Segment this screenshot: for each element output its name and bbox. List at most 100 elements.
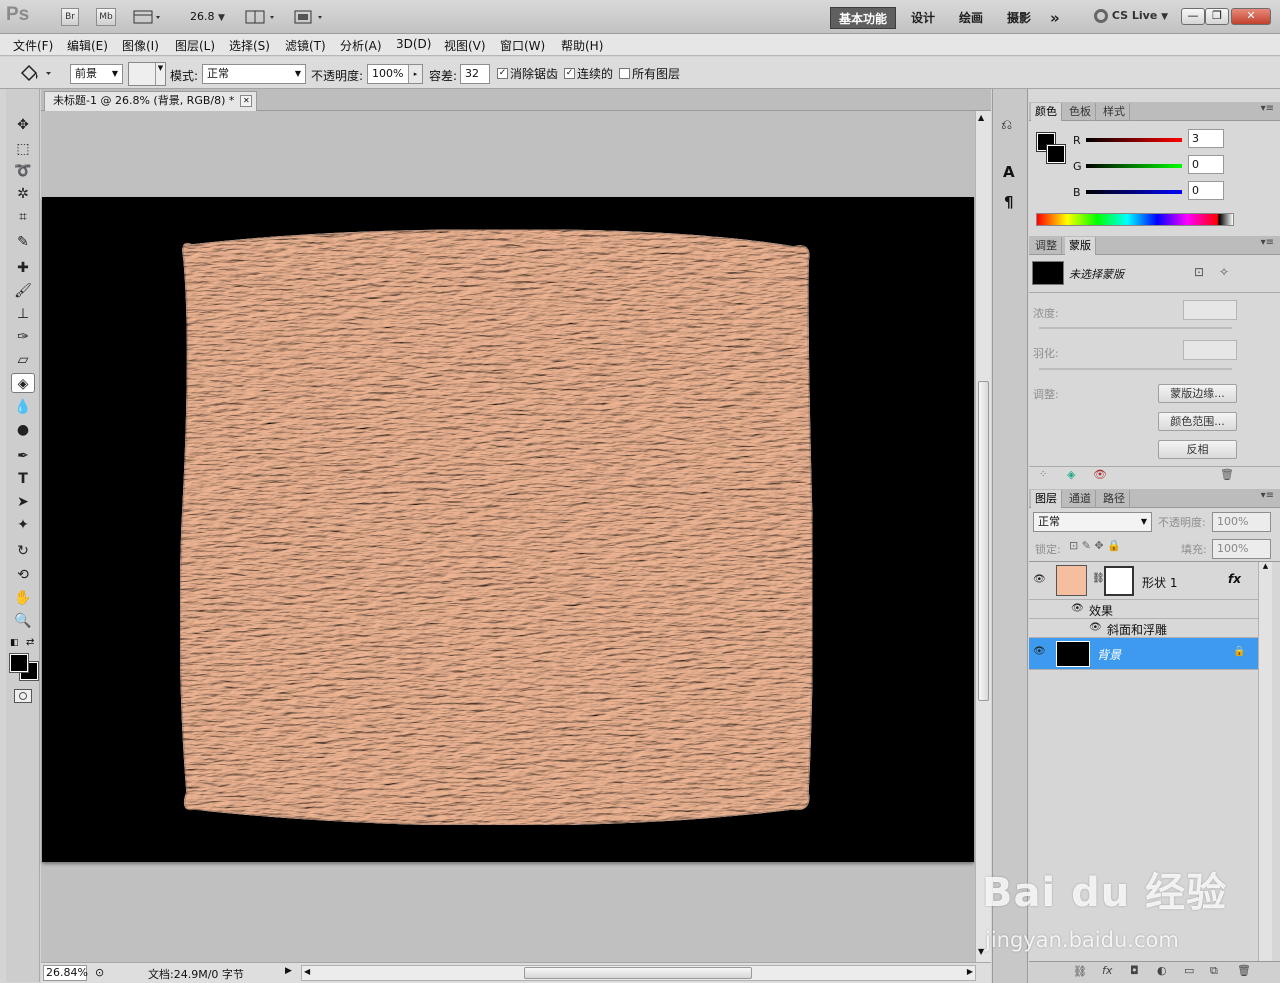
brush-tool-icon[interactable]: 🖌	[11, 281, 35, 301]
restore-button[interactable]: ❐	[1205, 8, 1229, 25]
paragraph-panel-icon[interactable]: ¶	[1004, 193, 1014, 211]
tab-color[interactable]: 颜色	[1031, 103, 1062, 121]
status-zoom-input[interactable]: 26.84%	[43, 965, 88, 981]
new-layer-icon[interactable]: ⧉	[1210, 964, 1218, 978]
blend-mode-select[interactable]: 正常 ▼	[202, 64, 306, 84]
vertical-scroll-thumb[interactable]	[978, 381, 989, 701]
load-selection-icon[interactable]: ⁘	[1039, 469, 1047, 480]
contiguous-checkbox[interactable]: ✓	[564, 68, 575, 79]
visibility-eye-icon[interactable]: 👁	[1071, 603, 1084, 614]
tab-styles[interactable]: 样式	[1099, 103, 1130, 121]
arrange-documents-button[interactable]	[245, 9, 279, 25]
menu-layer[interactable]: 图层(L)	[175, 37, 215, 54]
status-menu-icon[interactable]: ⊙	[95, 966, 104, 979]
feather-slider[interactable]	[1039, 368, 1232, 370]
density-slider[interactable]	[1039, 327, 1232, 329]
scroll-right-icon[interactable]: ▶	[967, 967, 973, 976]
move-tool-icon[interactable]: ✥	[11, 115, 35, 135]
tab-masks[interactable]: 蒙版	[1065, 237, 1096, 255]
close-tab-icon[interactable]: ✕	[240, 95, 253, 107]
delete-mask-icon[interactable]: 🗑	[1220, 468, 1234, 481]
clone-stamp-tool-icon[interactable]: ⊥	[11, 304, 35, 324]
layers-scrollbar[interactable]: ▲	[1258, 562, 1272, 962]
zoom-level-select[interactable]: 26.8 ▼	[190, 10, 225, 23]
blur-tool-icon[interactable]: 💧	[11, 397, 35, 417]
tab-layers[interactable]: 图层	[1031, 490, 1062, 508]
screen-mode-button[interactable]	[293, 9, 327, 25]
menu-help[interactable]: 帮助(H)	[561, 37, 603, 54]
menu-view[interactable]: 视图(V)	[444, 37, 486, 54]
menu-3d[interactable]: 3D(D)	[396, 37, 431, 51]
layer-row-shape[interactable]: 👁 ⛓ 形状 1 fx	[1029, 562, 1258, 600]
color-range-button[interactable]: 颜色范围...	[1158, 412, 1237, 431]
g-slider[interactable]	[1086, 164, 1182, 168]
path-selection-tool-icon[interactable]: ➤	[11, 492, 35, 512]
workspace-photography[interactable]: 摄影	[999, 7, 1039, 29]
r-value-input[interactable]: 3	[1188, 129, 1224, 148]
add-mask-icon[interactable]: ◘	[1130, 964, 1139, 977]
all-layers-checkbox[interactable]	[619, 68, 630, 79]
tolerance-input[interactable]: 32	[460, 64, 490, 84]
b-slider[interactable]	[1086, 190, 1182, 194]
minimize-button[interactable]: —	[1181, 8, 1205, 25]
eraser-tool-icon[interactable]: ▱	[11, 350, 35, 370]
scroll-up-icon[interactable]: ▲	[1259, 562, 1272, 570]
opacity-input[interactable]: 100% ▸	[367, 64, 423, 84]
menu-window[interactable]: 窗口(W)	[500, 37, 545, 54]
3d-rotate-tool-icon[interactable]: ↻	[11, 541, 35, 561]
scroll-up-icon[interactable]: ▲	[978, 113, 984, 122]
quick-selection-tool-icon[interactable]: ✲	[11, 184, 35, 204]
history-brush-tool-icon[interactable]: ✑	[11, 327, 35, 347]
mini-bridge-button[interactable]: Mb	[96, 8, 116, 26]
color-spectrum-ramp[interactable]	[1036, 213, 1234, 226]
menu-select[interactable]: 选择(S)	[229, 37, 270, 54]
status-arrow-icon[interactable]: ▶	[285, 966, 292, 976]
cs-live-button[interactable]: CS Live ▼	[1094, 9, 1168, 23]
shape-tool-icon[interactable]: ✦	[11, 515, 35, 535]
panel-menu-icon[interactable]: ▾≡	[1261, 237, 1274, 248]
fx-icon[interactable]: fx	[1228, 572, 1241, 586]
visibility-eye-icon[interactable]: 👁	[1033, 646, 1046, 657]
invert-button[interactable]: 反相	[1158, 440, 1237, 459]
tab-adjustments[interactable]: 调整	[1031, 237, 1062, 255]
vertical-scrollbar[interactable]: ▲ ▼	[975, 111, 991, 962]
menu-analysis[interactable]: 分析(A)	[340, 37, 382, 54]
layer-effect-bevel-row[interactable]: 👁 斜面和浮雕	[1029, 619, 1258, 638]
link-layers-icon[interactable]: ⛓	[1073, 965, 1087, 978]
panel-menu-icon[interactable]: ▾≡	[1261, 103, 1274, 114]
workspace-painting[interactable]: 绘画	[951, 7, 991, 29]
pattern-picker[interactable]: ▼	[128, 62, 166, 86]
pen-tool-icon[interactable]: ✒	[11, 446, 35, 466]
menu-edit[interactable]: 编辑(E)	[67, 37, 108, 54]
layer-name[interactable]: 形状 1	[1142, 574, 1177, 591]
disable-mask-icon[interactable]: 👁	[1093, 468, 1107, 481]
eyedropper-tool-icon[interactable]: ✎	[11, 232, 35, 252]
visibility-eye-icon[interactable]: 👁	[1033, 574, 1046, 585]
menu-file[interactable]: 文件(F)	[13, 37, 53, 54]
new-group-icon[interactable]: ▭	[1184, 964, 1194, 977]
more-workspaces-button[interactable]: »	[1042, 7, 1068, 29]
swap-colors-icon[interactable]: ⇄	[26, 637, 34, 648]
fill-source-select[interactable]: 前景 ▼	[70, 64, 123, 84]
horizontal-scroll-thumb[interactable]	[524, 967, 752, 979]
crop-tool-icon[interactable]: ⌗	[11, 207, 35, 227]
tool-preset-picker[interactable]	[18, 63, 56, 83]
document-tab[interactable]: 未标题-1 @ 26.8% (背景, RGB/8) * ✕	[44, 91, 258, 111]
hand-tool-icon[interactable]: ✋	[11, 588, 35, 608]
panel-menu-icon[interactable]: ▾≡	[1261, 490, 1274, 501]
marquee-tool-icon[interactable]: ⬚	[11, 139, 35, 159]
layer-opacity-input[interactable]: 100%	[1212, 512, 1271, 532]
link-icon[interactable]: ⛓	[1092, 573, 1105, 584]
foreground-color-swatch[interactable]	[9, 653, 29, 673]
r-slider[interactable]	[1086, 138, 1182, 142]
dodge-tool-icon[interactable]: ●	[11, 420, 35, 440]
default-colors-icon[interactable]: ◧	[10, 638, 19, 648]
antialias-checkbox[interactable]: ✓	[497, 68, 508, 79]
workspace-design[interactable]: 设计	[903, 7, 943, 29]
delete-layer-icon[interactable]: 🗑	[1237, 964, 1251, 977]
chevron-right-icon[interactable]: ▸	[408, 65, 422, 83]
zoom-tool-icon[interactable]: 🔍	[11, 611, 35, 631]
menu-image[interactable]: 图像(I)	[122, 37, 159, 54]
layer-fill-input[interactable]: 100%	[1212, 539, 1271, 559]
tab-channels[interactable]: 通道	[1065, 490, 1096, 508]
